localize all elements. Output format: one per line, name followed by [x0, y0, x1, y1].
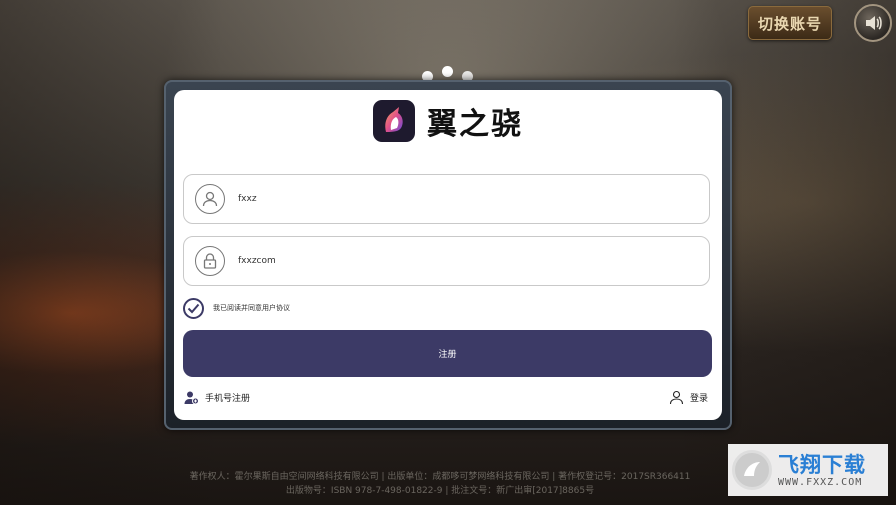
login-link[interactable]: 登录: [669, 390, 708, 405]
login-panel: 翼之骁 我已阅读并同意用户协议 注册: [174, 90, 722, 420]
app-name: 翼之骁: [427, 107, 523, 142]
copyright-line-2: 出版物号：ISBN 978-7-498-01822-9 | 批注文号：新广出审[…: [285, 486, 595, 496]
password-input[interactable]: [236, 255, 660, 267]
register-button[interactable]: 注册: [183, 330, 712, 377]
copyright-line-1: 著作权人：霍尔果斯自由空间网络科技有限公司 | 出版单位：成都哆可梦网络科技有限…: [189, 472, 691, 482]
username-input[interactable]: [236, 193, 660, 205]
user-outline-icon: [669, 390, 684, 405]
lock-icon: [195, 246, 225, 276]
copyright-footer: 著作权人：霍尔果斯自由空间网络科技有限公司 | 出版单位：成都哆可梦网络科技有限…: [140, 470, 740, 498]
user-icon: [195, 184, 225, 214]
agreement-row[interactable]: 我已阅读并同意用户协议: [183, 297, 290, 319]
phone-register-label: 手机号注册: [205, 394, 251, 404]
password-field[interactable]: [183, 236, 710, 286]
watermark-logo-icon: [732, 450, 772, 490]
login-label: 登录: [689, 394, 708, 404]
sound-toggle-button[interactable]: [854, 4, 892, 42]
checkmark-icon: [187, 303, 200, 313]
agreement-checkbox[interactable]: [183, 297, 204, 319]
username-field[interactable]: [183, 174, 710, 224]
switch-account-button[interactable]: 切换账号: [748, 6, 832, 40]
watermark-url: WWW.FXXZ.COM: [778, 476, 863, 488]
phone-register-link[interactable]: 手机号注册: [184, 390, 250, 405]
user-add-icon: [184, 391, 199, 405]
speaker-icon: [866, 16, 882, 30]
unicorn-logo-icon: [373, 100, 415, 142]
watermark-title: 飞翔下载: [778, 452, 866, 477]
site-watermark: 飞翔下载 WWW.FXXZ.COM: [728, 444, 888, 496]
app-header: 翼之骁: [174, 98, 722, 144]
agreement-label[interactable]: 我已阅读并同意用户协议: [213, 303, 290, 313]
